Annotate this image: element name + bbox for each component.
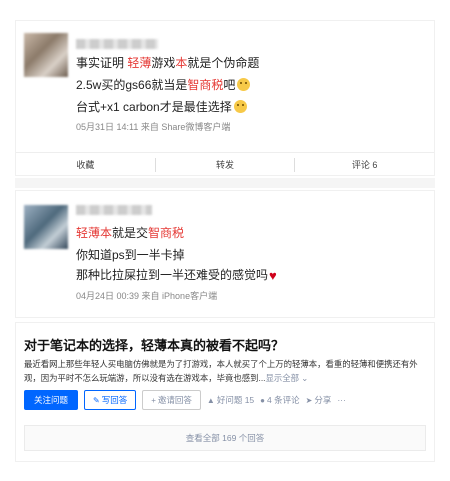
question-title[interactable]: 对于笔记本的选择，轻薄本真的被看不起吗？ xyxy=(24,335,284,354)
description-text: 最近看网上那些年轻人买电脑仿佛就是为了打游戏，本人就买了个上万的轻薄本，看重的轻… xyxy=(24,359,418,383)
good-question-label: 好问题 15 xyxy=(216,395,255,405)
pencil-icon: ✎ xyxy=(93,396,100,405)
post-line-1: 轻薄本就是交智商税 xyxy=(76,225,184,241)
thumb-up-icon: ▲ xyxy=(206,396,215,405)
weibo-post-2: 轻薄本就是交智商税 你知道ps到一半卡掉 那种比拉屎拉到一半还难受的感觉吗♥ 0… xyxy=(15,190,435,318)
post-text: 游戏 xyxy=(151,56,176,70)
question-description: 最近看网上那些年轻人买电脑仿佛就是为了打游戏，本人就买了个上万的轻薄本，看重的轻… xyxy=(24,357,432,385)
comment-button[interactable]: 评论 6 xyxy=(295,158,434,171)
post-text: 事实证明 xyxy=(76,56,128,70)
follow-question-button[interactable]: 关注问题 xyxy=(24,390,79,410)
comments-label: 4 条评论 xyxy=(267,395,300,405)
post-line-2: 你知道ps到一半卡掉 xyxy=(76,247,185,263)
question-actions: 关注问题 ✎ 写回答 + 邀请回答 ▲ 好问题 15 ● 4 条评论 ➤ 分享 ··· xyxy=(24,390,346,410)
post-text: 2.5w买的gs66就当是 xyxy=(76,78,188,92)
post-text: 你知道ps到一半卡掉 xyxy=(76,248,185,262)
user-avatar[interactable] xyxy=(24,33,68,77)
blurred-username[interactable] xyxy=(76,205,152,215)
comments-button[interactable]: ● 4 条评论 xyxy=(260,394,299,406)
smile-emoji-icon xyxy=(237,78,251,91)
highlighted-keyword[interactable]: 智商税 xyxy=(187,78,223,92)
highlighted-keyword[interactable]: 本 xyxy=(175,56,187,70)
user-avatar[interactable] xyxy=(24,205,68,249)
post-text: 台式+x1 carbon才是最佳选择 xyxy=(76,100,232,114)
comment-icon: ● xyxy=(260,396,266,405)
post-text: 就是交 xyxy=(112,226,149,240)
good-question-button[interactable]: ▲ 好问题 15 xyxy=(207,394,254,406)
post-text: 就是个伪命题 xyxy=(187,56,260,70)
repost-button[interactable]: 转发 xyxy=(156,158,295,171)
write-answer-label: 写回答 xyxy=(101,395,128,405)
share-button[interactable]: ➤ 分享 xyxy=(306,394,332,406)
highlighted-keyword[interactable]: 轻薄 xyxy=(127,56,151,70)
collect-button[interactable]: 收藏 xyxy=(16,158,155,171)
post-line-2: 2.5w买的gs66就当是智商税吧 xyxy=(76,77,251,93)
post-text: 吧 xyxy=(223,78,236,92)
show-all-link[interactable]: 显示全部 ⌄ xyxy=(265,373,308,383)
post-meta: 04月24日 00:39 来自 iPhone客户端 xyxy=(76,291,218,301)
post-action-bar: 收藏 转发 评论 6 xyxy=(16,152,434,176)
post-line-3: 台式+x1 carbon才是最佳选择 xyxy=(76,99,247,115)
more-button[interactable]: ··· xyxy=(337,395,346,405)
question-card: 对于笔记本的选择，轻薄本真的被看不起吗？ 最近看网上那些年轻人买电脑仿佛就是为了… xyxy=(15,322,435,462)
share-icon: ➤ xyxy=(305,396,313,405)
invite-answer-label: 邀请回答 xyxy=(157,395,192,405)
highlighted-keyword[interactable]: 智商税 xyxy=(148,226,184,240)
grin-emoji-icon xyxy=(233,100,247,113)
blurred-username[interactable] xyxy=(76,39,158,49)
invite-icon: + xyxy=(151,396,156,405)
view-all-answers-button[interactable]: 查看全部 169 个回答 xyxy=(24,425,426,451)
write-answer-button[interactable]: ✎ 写回答 xyxy=(84,390,137,410)
share-label: 分享 xyxy=(314,395,332,405)
section-divider xyxy=(15,178,435,188)
post-meta: 05月31日 14:11 来自 Share微博客户端 xyxy=(76,122,231,132)
post-line-1: 事实证明 轻薄游戏本就是个伪命题 xyxy=(76,55,259,71)
weibo-post-1: 事实证明 轻薄游戏本就是个伪命题 2.5w买的gs66就当是智商税吧 台式+x1… xyxy=(15,20,435,176)
post-text: 那种比拉屎拉到一半还难受的感觉吗 xyxy=(76,268,269,282)
highlighted-keyword[interactable]: 轻薄本 xyxy=(76,226,112,240)
invite-answer-button[interactable]: + 邀请回答 xyxy=(142,390,201,410)
post-line-3: 那种比拉屎拉到一半还难受的感觉吗♥ xyxy=(76,267,277,283)
heart-emoji-icon: ♥ xyxy=(269,268,277,283)
